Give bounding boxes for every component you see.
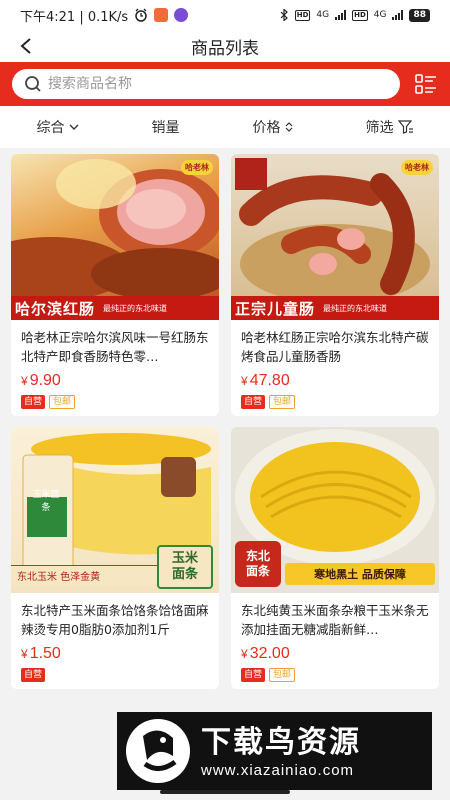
product-info: 东北纯黄玉米面条杂粮干玉米条无添加挂面无糖减脂新鲜… ¥32.00 自营 包邮 (231, 593, 439, 682)
sort-sales-label: 销量 (151, 120, 180, 136)
image-badge-line2: 面条 (171, 567, 198, 582)
watermark: 下载鸟资源 www.xiazainiao.com (117, 712, 432, 790)
product-tags: 自营 包邮 (241, 668, 429, 682)
image-badge: 玉米 面条 (157, 545, 213, 589)
image-caption-band: 寒地黑土 品质保障 (285, 563, 435, 585)
nav-bar: 商品列表 (0, 30, 450, 62)
free-shipping-tag: 包邮 (269, 395, 296, 409)
product-title: 哈老林正宗哈尔滨风味一号红肠东北特产即食香肠特色零… (21, 330, 209, 364)
product-title: 东北特产玉米面条饸饹条饸饹面麻辣烫专用0脂肪0添加剂1斤 (21, 603, 209, 637)
sort-bar: 综合 销量 价格 筛选 (0, 106, 450, 148)
search-input[interactable] (48, 76, 328, 92)
net-label-2: 4G (373, 10, 387, 20)
list-layout-icon (415, 74, 436, 94)
product-info: 哈老林正宗哈尔滨风味一号红肠东北特产即食香肠特色零… ¥9.90 自营 包邮 (11, 320, 219, 409)
product-price: ¥47.80 (241, 372, 429, 390)
sort-price[interactable]: 价格 (253, 117, 293, 137)
layout-toggle-button[interactable] (414, 72, 438, 96)
status-time-speed: 下午4:21 | 0.1K/s (20, 9, 129, 25)
product-image: 东北玉米 色泽金黄 玉米 面条 玉米面条 (11, 427, 219, 593)
product-info: 东北特产玉米面条饸饹条饸饹面麻辣烫专用0脂肪0添加剂1斤 ¥1.50 自营 (11, 593, 219, 682)
free-shipping-tag: 包邮 (269, 668, 296, 682)
search-box[interactable] (12, 69, 400, 99)
product-card[interactable]: 哈尔滨红肠 最纯正的东北味道 哈老林 哈老林正宗哈尔滨风味一号红肠东北特产即食香… (11, 154, 219, 416)
app-notification-icon-2 (174, 8, 189, 22)
product-price: ¥9.90 (21, 372, 209, 390)
self-operated-tag: 自营 (241, 668, 266, 682)
product-title: 东北纯黄玉米面条杂粮干玉米条无添加挂面无糖减脂新鲜… (241, 603, 429, 637)
battery-icon: 88 (409, 8, 430, 22)
product-image: 哈尔滨红肠 最纯正的东北味道 哈老林 (11, 154, 219, 320)
product-card[interactable]: 正宗儿童肠 最纯正的东北味道 哈老林 哈老林红肠正宗哈尔滨东北特产碳烤食品儿童肠… (231, 154, 439, 416)
brand-logo: 哈老林 (181, 160, 213, 175)
product-tags: 自营 包邮 (21, 395, 209, 409)
back-button[interactable] (14, 34, 38, 58)
sort-sales[interactable]: 销量 (152, 117, 180, 137)
image-banner-sub: 最纯正的东北味道 (103, 303, 168, 313)
currency-symbol: ¥ (21, 647, 28, 661)
status-bar: 下午4:21 | 0.1K/s HD 4G HD 4G 88 (0, 0, 450, 30)
image-banner-main: 哈尔滨红肠 (15, 299, 96, 318)
image-badge-line1: 东北 (245, 549, 270, 563)
product-tags: 自营 包邮 (241, 395, 429, 409)
product-price: ¥1.50 (21, 645, 209, 663)
price-value: 47.80 (249, 372, 290, 389)
product-price: ¥32.00 (241, 645, 429, 663)
image-banner: 哈尔滨红肠 最纯正的东北味道 (11, 296, 219, 320)
brand-logo: 哈老林 (401, 160, 433, 175)
watermark-text: 下载鸟资源 www.xiazainiao.com (201, 724, 361, 779)
bluetooth-icon (280, 9, 288, 21)
image-badge-line1: 玉米 (171, 551, 198, 566)
alarm-icon (135, 8, 147, 22)
price-value: 32.00 (249, 645, 290, 662)
product-image: 东北 面条 寒地黑土 品质保障 (231, 427, 439, 593)
watermark-main: 下载鸟资源 (201, 724, 361, 760)
search-bar (0, 62, 450, 106)
self-operated-tag: 自营 (21, 668, 46, 682)
self-operated-tag: 自营 (21, 395, 46, 409)
image-badge: 东北 面条 (235, 541, 281, 587)
hd-badge: HD (294, 9, 311, 21)
filter-button[interactable]: 筛选 (366, 117, 414, 137)
price-value: 1.50 (29, 645, 61, 662)
product-image: 正宗儿童肠 最纯正的东北味道 哈老林 (231, 154, 439, 320)
image-caption-band: 东北玉米 色泽金黄 (11, 565, 159, 585)
net-label: 4G (316, 10, 330, 20)
status-right: HD 4G HD 4G 88 (279, 8, 430, 22)
image-badge-line2: 面条 (245, 564, 270, 578)
filter-label: 筛选 (365, 120, 394, 136)
sort-price-label: 价格 (252, 120, 281, 136)
image-banner-sub: 最纯正的东北味道 (323, 303, 388, 313)
signal-icon (335, 10, 347, 20)
free-shipping-tag: 包邮 (49, 395, 76, 409)
signal-icon-2 (392, 10, 404, 20)
image-banner-main: 正宗儿童肠 (235, 299, 316, 318)
image-banner: 正宗儿童肠 最纯正的东北味道 (231, 296, 439, 320)
currency-symbol: ¥ (241, 647, 248, 661)
bird-logo-icon (126, 719, 190, 783)
product-card[interactable]: 东北玉米 色泽金黄 玉米 面条 玉米面条 东北特产玉米面条饸饹条饸饹面麻辣烫专用… (11, 427, 219, 689)
watermark-url: www.xiazainiao.com (201, 761, 355, 779)
product-card[interactable]: 东北 面条 寒地黑土 品质保障 东北纯黄玉米面条杂粮干玉米条无添加挂面无糖减脂新… (231, 427, 439, 689)
page-title: 商品列表 (191, 38, 259, 59)
product-tags: 自营 (21, 668, 209, 682)
currency-symbol: ¥ (241, 374, 248, 388)
product-info: 哈老林红肠正宗哈尔滨东北特产碳烤食品儿童肠香肠 ¥47.80 自营 包邮 (231, 320, 439, 409)
currency-symbol: ¥ (21, 374, 28, 388)
product-title: 哈老林红肠正宗哈尔滨东北特产碳烤食品儿童肠香肠 (241, 330, 429, 364)
sort-comprehensive[interactable]: 综合 (37, 117, 79, 137)
sort-updown-icon (285, 122, 292, 132)
search-icon (25, 76, 41, 92)
back-arrow-icon (20, 38, 31, 54)
chevron-down-icon (69, 124, 78, 130)
self-operated-tag: 自营 (241, 395, 266, 409)
home-indicator[interactable] (160, 790, 290, 794)
status-left: 下午4:21 | 0.1K/s (20, 6, 189, 25)
package-label: 玉米面条 (32, 490, 60, 513)
price-value: 9.90 (29, 372, 61, 389)
hd-badge-2: HD (352, 9, 368, 21)
app-notification-icon (154, 8, 169, 22)
filter-icon (397, 120, 413, 134)
sort-comprehensive-label: 综合 (36, 120, 65, 136)
